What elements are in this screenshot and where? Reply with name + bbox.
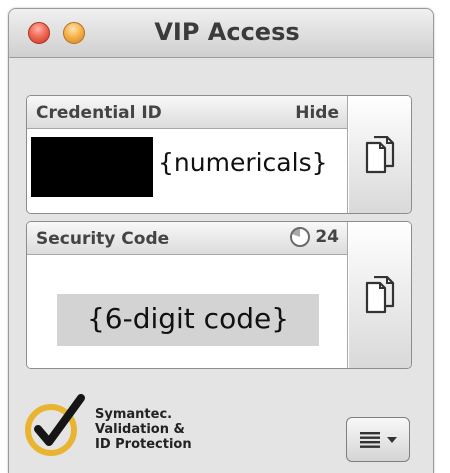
title-bar[interactable]: VIP Access bbox=[9, 9, 433, 58]
logo-line-3: ID Protection bbox=[95, 437, 192, 452]
security-code-label: Security Code bbox=[36, 229, 170, 249]
copy-credential-button[interactable] bbox=[349, 96, 411, 213]
logo-line-1: Symantec. bbox=[95, 407, 173, 422]
menu-button[interactable] bbox=[346, 417, 410, 462]
timer-seconds: 24 bbox=[315, 227, 339, 247]
credential-header: Credential ID Hide bbox=[27, 96, 348, 129]
vip-access-window: VIP Access Credential ID Hide {numerical… bbox=[8, 8, 434, 473]
copy-icon bbox=[365, 276, 395, 314]
security-header: Security Code 24 bbox=[27, 222, 348, 255]
copy-icon bbox=[365, 135, 395, 173]
security-code-box: {6-digit code} bbox=[57, 294, 319, 346]
credential-label: Credential ID bbox=[36, 103, 162, 123]
logo-text: Symantec. Validation & ID Protection bbox=[95, 407, 192, 452]
symantec-logo: Symantec. Validation & ID Protection bbox=[21, 394, 221, 458]
credential-panel: Credential ID Hide {numericals} bbox=[26, 95, 412, 214]
security-code-value: {6-digit code} bbox=[86, 302, 290, 335]
timer-icon bbox=[290, 227, 311, 247]
chevron-down-icon bbox=[387, 436, 397, 443]
copy-code-button[interactable] bbox=[349, 222, 411, 368]
hide-credential-button[interactable]: Hide bbox=[295, 103, 339, 123]
credential-id-value: {numericals} bbox=[158, 148, 328, 177]
code-timer: 24 bbox=[290, 227, 339, 247]
menu-icon bbox=[360, 431, 380, 448]
checkmark-logo-icon bbox=[25, 394, 85, 456]
redaction-box bbox=[31, 137, 153, 197]
window-title: VIP Access bbox=[154, 18, 300, 46]
logo-line-2: Validation & bbox=[95, 422, 185, 437]
credential-value-area: {numericals} bbox=[27, 129, 348, 213]
security-code-panel: Security Code 24 {6-digit code} bbox=[26, 221, 412, 369]
security-value-area: {6-digit code} bbox=[27, 255, 348, 368]
